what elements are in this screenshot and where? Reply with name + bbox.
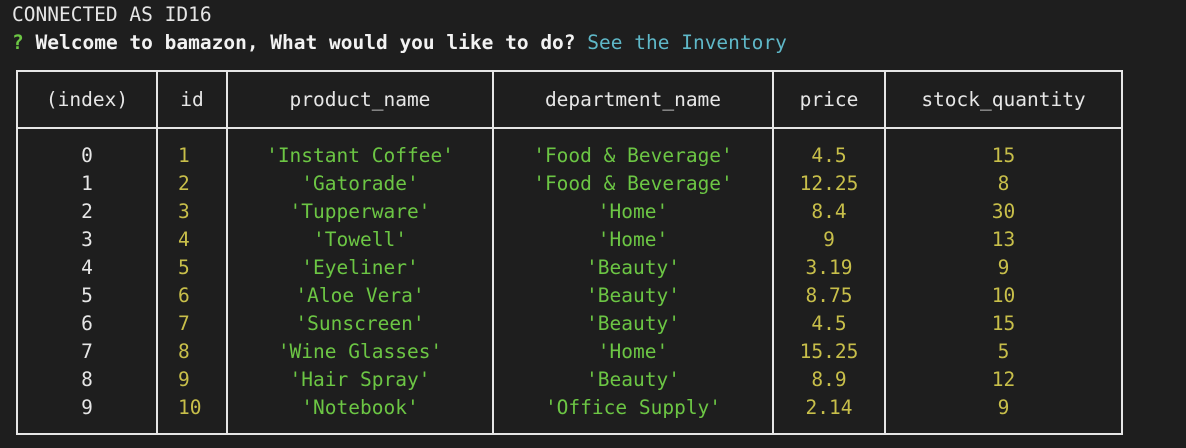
table-cell-stock-quantity: 8	[997, 172, 1010, 195]
table-cell-id: 3	[178, 200, 190, 223]
table-cell-price: 8.9	[811, 368, 847, 391]
table-cell-department-name: 'Food & Beverage'	[533, 172, 733, 195]
prompt-question-text: Welcome to bamazon, What would you like …	[35, 31, 576, 54]
table-cell-product-name: 'Tupperware'	[289, 200, 431, 223]
table-cell-department-name: 'Home'	[597, 340, 669, 363]
table-cell-product-name: 'Towell'	[313, 228, 407, 251]
stock-quantity-header: stock_quantity	[921, 88, 1086, 111]
department-name-header: department_name	[544, 88, 722, 111]
product-name-header: product_name	[289, 88, 431, 111]
table-cell-id: 8	[178, 340, 190, 363]
stock-quantity-column-cells: 15 8 30 13 9 10 15 5 12 9	[886, 142, 1121, 422]
table-cell-stock-quantity: 15	[991, 312, 1016, 335]
index-header: (index)	[45, 88, 129, 111]
table-cell-stock-quantity: 15	[991, 144, 1016, 167]
table-cell-price: 3.19	[805, 256, 853, 279]
table-cell-price: 9	[823, 228, 835, 251]
price-column: price 4.5 12.25 8.4 9 3.19 8.75 4.5 15.2…	[774, 72, 884, 433]
table-cell-id: 7	[178, 312, 190, 335]
inventory-table: (index) 0 1 2 3 4 5 6 7 8 9 id 1 2 3 4 5…	[16, 70, 1123, 435]
stock-quantity-column: stock_quantity 15 8 30 13 9 10 15 5 12 9	[886, 72, 1121, 433]
table-cell-price: 12.25	[799, 172, 859, 195]
table-cell-price: 15.25	[799, 340, 859, 363]
connected-status-line: CONNECTED AS ID16	[12, 1, 212, 29]
product-name-column-cells: 'Instant Coffee' 'Gatorade' 'Tupperware'…	[228, 142, 492, 422]
price-column-cells: 4.5 12.25 8.4 9 3.19 8.75 4.5 15.25 8.9 …	[774, 142, 884, 422]
inquirer-prompt-line: ? Welcome to bamazon, What would you lik…	[12, 29, 787, 57]
connected-status-text: CONNECTED AS ID16	[12, 3, 212, 26]
table-cell-product-name: 'Wine Glasses'	[277, 340, 443, 363]
table-cell-department-name: 'Beauty'	[586, 284, 680, 307]
table-cell-department-name: 'Home'	[597, 228, 669, 251]
table-cell-stock-quantity: 9	[997, 396, 1010, 419]
prompt-question-mark: ?	[12, 31, 24, 54]
table-cell-product-name: 'Gatorade'	[301, 172, 419, 195]
table-cell-stock-quantity: 12	[991, 368, 1016, 391]
table-cell-department-name: 'Beauty'	[586, 256, 680, 279]
table-cell-index: 2	[81, 200, 93, 223]
table-cell-index: 5	[81, 284, 93, 307]
department-name-column-cells: 'Food & Beverage' 'Food & Beverage' 'Hom…	[494, 142, 772, 422]
id-header: id	[180, 88, 204, 111]
department-name-column: department_name 'Food & Beverage' 'Food …	[494, 72, 772, 433]
table-cell-stock-quantity: 5	[997, 340, 1010, 363]
table-cell-product-name: 'Notebook'	[301, 396, 419, 419]
table-cell-price: 2.14	[805, 396, 853, 419]
table-cell-index: 1	[81, 172, 93, 195]
table-cell-product-name: 'Aloe Vera'	[295, 284, 425, 307]
index-column: (index) 0 1 2 3 4 5 6 7 8 9	[18, 72, 156, 433]
table-cell-product-name: 'Eyeliner'	[301, 256, 419, 279]
table-cell-price: 4.5	[811, 312, 847, 335]
table-cell-department-name: 'Beauty'	[586, 312, 680, 335]
table-cell-department-name: 'Office Supply'	[544, 396, 722, 419]
table-cell-stock-quantity: 13	[991, 228, 1016, 251]
id-column: id 1 2 3 4 5 6 7 8 9 10	[158, 72, 226, 433]
table-cell-price: 8.4	[811, 200, 847, 223]
table-cell-product-name: 'Instant Coffee'	[266, 144, 454, 167]
table-cell-index: 0	[81, 144, 93, 167]
table-cell-index: 3	[81, 228, 93, 251]
table-cell-price: 4.5	[811, 144, 847, 167]
table-cell-id: 5	[178, 256, 190, 279]
table-cell-index: 8	[81, 368, 93, 391]
table-cell-index: 4	[81, 256, 93, 279]
table-cell-department-name: 'Home'	[597, 200, 669, 223]
product-name-column: product_name 'Instant Coffee' 'Gatorade'…	[228, 72, 492, 433]
table-cell-index: 6	[81, 312, 93, 335]
table-cell-id: 6	[178, 284, 190, 307]
table-cell-index: 9	[81, 396, 93, 419]
prompt-selected-answer: See the Inventory	[587, 31, 787, 54]
table-cell-id: 9	[178, 368, 190, 391]
table-cell-id: 10	[178, 396, 202, 419]
table-cell-id: 1	[178, 144, 190, 167]
table-cell-department-name: 'Beauty'	[586, 368, 680, 391]
price-header: price	[799, 88, 859, 111]
table-cell-stock-quantity: 10	[991, 284, 1016, 307]
id-column-cells: 1 2 3 4 5 6 7 8 9 10	[158, 142, 226, 422]
table-cell-id: 2	[178, 172, 190, 195]
table-cell-index: 7	[81, 340, 93, 363]
table-cell-stock-quantity: 9	[997, 256, 1010, 279]
table-cell-price: 8.75	[805, 284, 853, 307]
table-cell-product-name: 'Hair Spray'	[289, 368, 431, 391]
table-cell-id: 4	[178, 228, 190, 251]
table-cell-product-name: 'Sunscreen'	[295, 312, 425, 335]
table-cell-stock-quantity: 30	[991, 200, 1016, 223]
table-cell-department-name: 'Food & Beverage'	[533, 144, 733, 167]
index-column-cells: 0 1 2 3 4 5 6 7 8 9	[18, 142, 156, 422]
